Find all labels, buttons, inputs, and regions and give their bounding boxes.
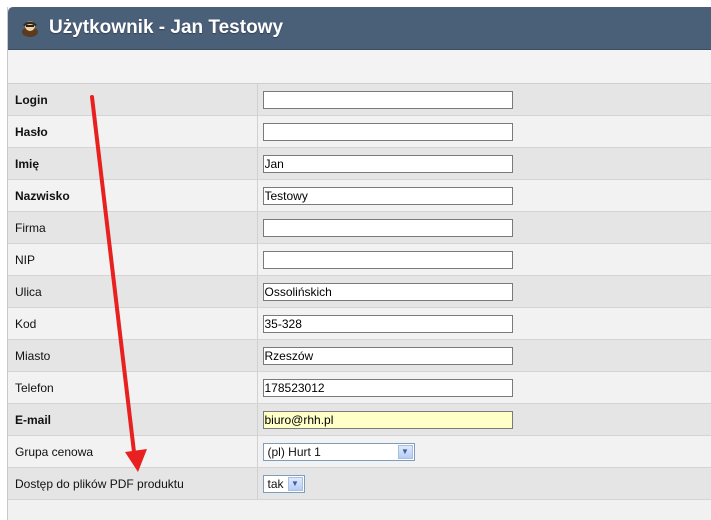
- form-row-company: Firma: [8, 211, 711, 244]
- price-group-label: Grupa cenowa: [15, 444, 94, 459]
- pdf-access-select[interactable]: tak ▼: [262, 474, 305, 493]
- chevron-down-icon[interactable]: ▼: [287, 476, 303, 491]
- form-row-price-group: Grupa cenowa (pl) Hurt 1 ▼: [8, 435, 711, 468]
- form-row-password: Hasło: [8, 115, 711, 148]
- password-input[interactable]: [262, 122, 513, 141]
- toolbar-area: [8, 50, 711, 84]
- form-row-phone: Telefon: [8, 371, 711, 404]
- password-label: Hasło: [15, 124, 48, 139]
- first-name-input[interactable]: [262, 154, 513, 173]
- company-label: Firma: [15, 220, 46, 235]
- email-label: E-mail: [15, 412, 52, 427]
- login-input[interactable]: [262, 90, 513, 109]
- login-label: Login: [15, 92, 48, 107]
- postal-code-label: Kod: [15, 316, 37, 331]
- nip-label: NIP: [15, 252, 36, 267]
- last-name-label: Nazwisko: [15, 188, 70, 203]
- form-footer: [8, 500, 711, 520]
- form-row-postal-code: Kod: [8, 307, 711, 340]
- form-row-street: Ulica: [8, 275, 711, 308]
- form-row-email: E-mail: [8, 403, 711, 436]
- user-icon: [22, 21, 38, 37]
- window-title: Użytkownik - Jan Testowy: [49, 17, 284, 38]
- price-group-select[interactable]: (pl) Hurt 1 ▼: [262, 442, 415, 461]
- user-form-panel: Użytkownik - Jan Testowy Login Hasło Imi…: [7, 7, 711, 520]
- city-input[interactable]: [262, 346, 513, 365]
- phone-input[interactable]: [262, 378, 513, 397]
- street-label: Ulica: [15, 284, 42, 299]
- nip-input[interactable]: [262, 250, 513, 269]
- form-row-first-name: Imię: [8, 147, 711, 180]
- form-row-pdf-access: Dostęp do plików PDF produktu tak ▼: [8, 467, 711, 500]
- chevron-down-icon[interactable]: ▼: [397, 444, 413, 459]
- user-form: Login Hasło Imię Nazwisko Firma NIP Ulic…: [8, 84, 711, 500]
- title-bar: Użytkownik - Jan Testowy: [8, 7, 711, 50]
- city-label: Miasto: [15, 348, 51, 363]
- form-row-last-name: Nazwisko: [8, 179, 711, 212]
- email-input[interactable]: [262, 410, 513, 429]
- pdf-access-label: Dostęp do plików PDF produktu: [15, 476, 184, 491]
- pdf-access-value: tak: [267, 476, 284, 491]
- form-row-nip: NIP: [8, 243, 711, 276]
- postal-code-input[interactable]: [262, 314, 513, 333]
- street-input[interactable]: [262, 282, 513, 301]
- company-input[interactable]: [262, 218, 513, 237]
- last-name-input[interactable]: [262, 186, 513, 205]
- form-row-city: Miasto: [8, 339, 711, 372]
- form-row-login: Login: [8, 84, 711, 116]
- price-group-value: (pl) Hurt 1: [267, 444, 321, 459]
- phone-label: Telefon: [15, 380, 54, 395]
- first-name-label: Imię: [15, 156, 40, 171]
